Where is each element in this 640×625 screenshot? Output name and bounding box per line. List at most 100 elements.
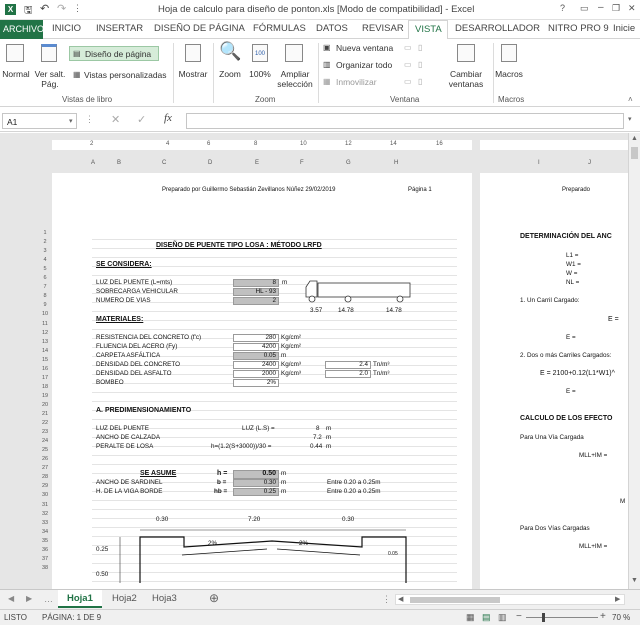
- zoom-100-button[interactable]: 100%: [245, 69, 275, 79]
- zoom-out-icon[interactable]: −: [516, 611, 522, 622]
- custom-views-button[interactable]: Vistas personalizadas: [84, 70, 167, 80]
- arrange-all-button[interactable]: Organizar todo: [336, 60, 392, 70]
- zoom-slider-thumb[interactable]: [542, 613, 545, 622]
- row-number[interactable]: 11: [38, 321, 52, 327]
- scroll-right-icon[interactable]: ▶: [615, 595, 620, 603]
- tab-nitro[interactable]: NITRO PRO 9: [548, 23, 609, 34]
- name-box[interactable]: A1 ▾: [2, 113, 77, 129]
- next-sheet-icon[interactable]: ▶: [26, 594, 32, 603]
- show-button[interactable]: Mostrar: [176, 69, 210, 79]
- expand-formula-icon[interactable]: ▾: [628, 115, 632, 123]
- row-number[interactable]: 21: [38, 411, 52, 417]
- row-number[interactable]: 14: [38, 348, 52, 354]
- row-number[interactable]: 36: [38, 547, 52, 553]
- row-number[interactable]: 30: [38, 492, 52, 498]
- row-number[interactable]: 4: [38, 257, 52, 263]
- tab-insertar[interactable]: INSERTAR: [96, 23, 143, 34]
- row-number[interactable]: 8: [38, 293, 52, 299]
- vertical-scrollbar[interactable]: ▲ ▼: [628, 133, 640, 589]
- row-number[interactable]: 10: [38, 311, 52, 317]
- scroll-down-icon[interactable]: ▼: [631, 577, 638, 584]
- row-number[interactable]: 6: [38, 275, 52, 281]
- zoom-button[interactable]: Zoom: [215, 69, 245, 79]
- row-number[interactable]: 28: [38, 474, 52, 480]
- page-layout-button[interactable]: ▤ Diseño de página: [69, 46, 159, 61]
- unhide-icon[interactable]: ▭: [404, 77, 412, 86]
- minimize-button[interactable]: –: [598, 2, 604, 13]
- row-number[interactable]: 17: [38, 375, 52, 381]
- formula-input[interactable]: [186, 113, 624, 129]
- scroll-thumb[interactable]: [631, 147, 638, 159]
- input-cell[interactable]: 2%: [233, 379, 279, 387]
- row-number[interactable]: 1: [38, 230, 52, 236]
- row-number[interactable]: 33: [38, 520, 52, 526]
- row-number[interactable]: 22: [38, 420, 52, 426]
- horizontal-scrollbar[interactable]: ◀ ▶: [395, 594, 625, 605]
- tab-vista[interactable]: VISTA: [408, 20, 448, 40]
- row-number[interactable]: 32: [38, 511, 52, 517]
- row-number[interactable]: 12: [38, 330, 52, 336]
- tab-archivo[interactable]: ARCHIVO: [0, 20, 44, 39]
- freeze-panes-button[interactable]: Inmovilizar: [336, 77, 377, 87]
- row-number[interactable]: 24: [38, 438, 52, 444]
- row-number[interactable]: 27: [38, 465, 52, 471]
- row-number[interactable]: 5: [38, 266, 52, 272]
- quick-access-menu-icon[interactable]: ⋮: [73, 3, 82, 14]
- row-number[interactable]: 23: [38, 429, 52, 435]
- restore-button[interactable]: ❐: [612, 3, 620, 14]
- save-icon[interactable]: 🖫: [24, 3, 33, 20]
- row-number[interactable]: 31: [38, 502, 52, 508]
- input-cell[interactable]: 4200: [233, 343, 279, 351]
- input-cell[interactable]: 0.30: [233, 479, 279, 487]
- row-number[interactable]: 25: [38, 447, 52, 453]
- page-break-status-icon[interactable]: ▥: [498, 612, 507, 623]
- tab-desarrollador[interactable]: DESARROLLADOR: [455, 23, 540, 34]
- reset-position-icon[interactable]: ▯: [418, 77, 422, 86]
- input-cell[interactable]: 0.50: [233, 470, 279, 479]
- sheet-tab-hoja1[interactable]: Hoja1: [58, 590, 102, 608]
- undo-icon[interactable]: ↶: [40, 2, 49, 15]
- row-number[interactable]: 3: [38, 248, 52, 254]
- input-cell[interactable]: 0.25: [233, 488, 279, 496]
- tab-inicie[interactable]: Inicie: [613, 23, 635, 34]
- scroll-left-icon[interactable]: ◀: [398, 595, 403, 603]
- normal-view-status-icon[interactable]: ▦: [466, 612, 475, 623]
- more-sheets-icon[interactable]: …: [44, 594, 53, 604]
- switch-windows-button[interactable]: Cambiar ventanas: [441, 69, 491, 89]
- side-by-side-icon[interactable]: ▯: [418, 43, 422, 52]
- row-number[interactable]: 19: [38, 393, 52, 399]
- row-number[interactable]: 9: [38, 302, 52, 308]
- row-number[interactable]: 26: [38, 456, 52, 462]
- input-cell[interactable]: 280: [233, 334, 279, 342]
- row-number[interactable]: 7: [38, 284, 52, 290]
- page-layout-status-icon[interactable]: ▤: [482, 612, 491, 623]
- row-number[interactable]: 34: [38, 529, 52, 535]
- row-number[interactable]: 13: [38, 339, 52, 345]
- tab-inicio[interactable]: INICIO: [52, 23, 81, 34]
- redo-icon[interactable]: ↷: [57, 2, 66, 15]
- tab-datos[interactable]: DATOS: [316, 23, 348, 34]
- zoom-level[interactable]: 70 %: [612, 613, 630, 622]
- sheet-area[interactable]: 2 4 6 8 10 12 14 16 A B C D E F G H I J …: [0, 133, 628, 589]
- row-number[interactable]: 35: [38, 538, 52, 544]
- row-number[interactable]: 20: [38, 402, 52, 408]
- insert-function-button[interactable]: fx: [164, 112, 172, 124]
- sync-scroll-icon[interactable]: ▯: [418, 60, 422, 69]
- input-cell[interactable]: HL - 93: [233, 288, 279, 296]
- input-cell[interactable]: 2400: [233, 361, 279, 369]
- enter-icon[interactable]: ✓: [137, 113, 146, 126]
- tab-formulas[interactable]: FÓRMULAS: [253, 23, 306, 34]
- normal-view-button[interactable]: Normal: [1, 69, 31, 79]
- name-box-dropdown-icon[interactable]: ▾: [69, 117, 73, 125]
- sheet-tab-hoja2[interactable]: Hoja2: [112, 593, 137, 604]
- collapse-ribbon-icon[interactable]: ˄: [628, 95, 633, 104]
- close-button[interactable]: ✕: [628, 3, 636, 14]
- add-sheet-icon[interactable]: ⊕: [209, 591, 219, 605]
- macros-button[interactable]: Macros: [494, 69, 524, 79]
- new-window-button[interactable]: Nueva ventana: [336, 43, 393, 53]
- row-number[interactable]: 38: [38, 565, 52, 571]
- ribbon-display-icon[interactable]: ▭: [580, 3, 589, 14]
- tab-diseno-pagina[interactable]: DISEÑO DE PÁGINA: [154, 23, 245, 34]
- input-cell[interactable]: 2: [233, 297, 279, 305]
- row-number[interactable]: 16: [38, 366, 52, 372]
